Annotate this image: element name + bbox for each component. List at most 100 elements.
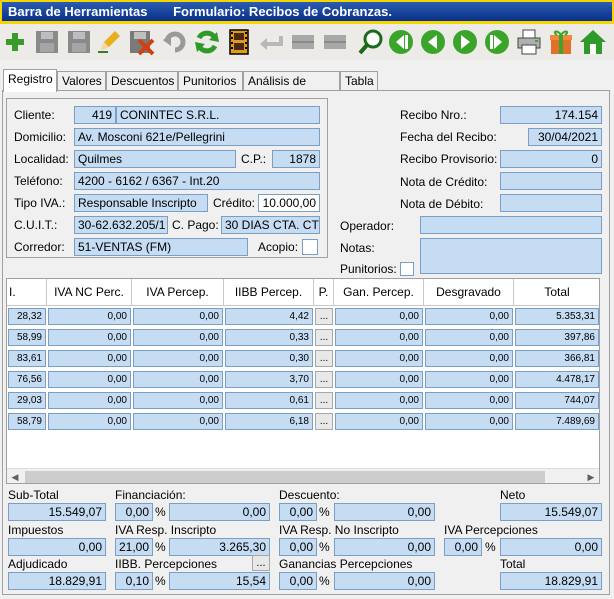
disabled-button-1[interactable] xyxy=(288,27,318,57)
iva-perc-pct-field[interactable]: 0,00 xyxy=(444,538,482,556)
corredor-field[interactable]: 51-VENTAS (FM) xyxy=(74,238,248,256)
grid-cell[interactable]: 6,18 xyxy=(225,413,313,430)
cliente-name-field[interactable]: CONINTEC S.R.L. xyxy=(116,106,320,124)
tab-valores[interactable]: Valores xyxy=(57,71,106,91)
impuestos-field[interactable]: 0,00 xyxy=(8,538,106,556)
iva-ri-field[interactable]: 3.265,30 xyxy=(169,538,270,556)
grid-cell[interactable]: 4.478,17 xyxy=(515,371,599,388)
grid-cell[interactable]: 0,00 xyxy=(425,308,513,325)
iva-rni-field[interactable]: 0,00 xyxy=(334,538,435,556)
neto-field[interactable]: 15.549,07 xyxy=(500,503,602,521)
save-button[interactable] xyxy=(32,27,62,57)
grid-cell[interactable]: 29,03 xyxy=(8,392,46,409)
descuento-field[interactable]: 0,00 xyxy=(334,503,435,521)
row-details-button[interactable]: ... xyxy=(315,413,333,430)
ganancias-field[interactable]: 0,00 xyxy=(334,572,435,590)
grid-cell[interactable]: 3,70 xyxy=(225,371,313,388)
previous-record-button[interactable] xyxy=(418,27,448,57)
grid-cell[interactable]: 0,00 xyxy=(48,413,131,430)
grid-cell[interactable]: 0,00 xyxy=(48,371,131,388)
grid-cell[interactable]: 83,61 xyxy=(8,350,46,367)
iva-rni-pct-field[interactable]: 0,00 xyxy=(279,538,317,556)
row-details-button[interactable]: ... xyxy=(315,371,333,388)
undo-button[interactable] xyxy=(160,27,190,57)
grid-cell[interactable]: 0,00 xyxy=(133,371,223,388)
grid-cell[interactable]: 0,00 xyxy=(425,329,513,346)
tab-descuentos[interactable]: Descuentos xyxy=(106,71,178,91)
grid-cell[interactable]: 0,00 xyxy=(425,350,513,367)
grid-cell[interactable]: 0,61 xyxy=(225,392,313,409)
home-button[interactable] xyxy=(578,27,608,57)
grid-cell[interactable]: 0,00 xyxy=(335,413,423,430)
row-details-button[interactable]: ... xyxy=(315,329,333,346)
grid-cell[interactable]: 0,00 xyxy=(48,308,131,325)
first-record-button[interactable] xyxy=(386,27,416,57)
grid-cell[interactable]: 0,00 xyxy=(335,308,423,325)
tab-punitorios[interactable]: Punitorios xyxy=(178,71,243,91)
tab-tabla[interactable]: Tabla xyxy=(340,71,378,91)
domicilio-field[interactable]: Av. Mosconi 621e/Pellegrini xyxy=(74,128,320,146)
cuit-field[interactable]: 30-62.632.205/1 xyxy=(74,216,168,234)
acopio-checkbox[interactable] xyxy=(302,239,318,255)
grid-cell[interactable]: 28,32 xyxy=(8,308,46,325)
row-details-button[interactable]: ... xyxy=(315,308,333,325)
iibb-pct-field[interactable]: 0,10 xyxy=(115,572,153,590)
scrollbar-thumb[interactable] xyxy=(25,471,545,483)
scroll-right-icon[interactable]: ▶ xyxy=(583,469,599,483)
grid-cell[interactable]: 76,56 xyxy=(8,371,46,388)
descuento-pct-field[interactable]: 0,00 xyxy=(279,503,317,521)
grid-cell[interactable]: 5.353,31 xyxy=(515,308,599,325)
cliente-code-field[interactable]: 419 xyxy=(74,106,116,124)
total-field[interactable]: 18.829,91 xyxy=(500,572,602,590)
delete-button[interactable] xyxy=(126,27,156,57)
print-button[interactable] xyxy=(514,27,544,57)
col-header[interactable]: IVA Percep. xyxy=(132,279,224,306)
credito-field[interactable]: 10.000,00 xyxy=(258,194,320,212)
grid-cell[interactable]: 0,00 xyxy=(335,329,423,346)
grid-cell[interactable]: 0,00 xyxy=(335,350,423,367)
next-record-button[interactable] xyxy=(450,27,480,57)
nota-debito-field[interactable] xyxy=(500,194,602,212)
row-details-button[interactable]: ... xyxy=(315,350,333,367)
col-header[interactable]: I. xyxy=(7,279,47,306)
grid-cell[interactable]: 397,86 xyxy=(515,329,599,346)
horizontal-scrollbar[interactable]: ◀ ▶ xyxy=(7,468,599,483)
fecha-field[interactable]: 30/04/2021 xyxy=(528,128,602,146)
col-header[interactable]: Gan. Percep. xyxy=(334,279,424,306)
col-header[interactable]: P. xyxy=(314,279,334,306)
add-button[interactable] xyxy=(0,27,30,57)
film-button[interactable] xyxy=(224,27,254,57)
grid-cell[interactable]: 0,00 xyxy=(133,392,223,409)
iva-ri-pct-field[interactable]: 21,00 xyxy=(115,538,153,556)
operador-field[interactable] xyxy=(420,216,602,234)
col-header[interactable]: IIBB Percep. xyxy=(224,279,314,306)
subtotal-field[interactable]: 15.549,07 xyxy=(8,503,106,521)
telefono-field[interactable]: 4200 - 6162 / 6367 - Int.20 xyxy=(74,172,320,190)
edit-button[interactable] xyxy=(94,27,124,57)
cpago-field[interactable]: 30 DIAS CTA. CTE xyxy=(221,216,320,234)
grid-cell[interactable]: 0,33 xyxy=(225,329,313,346)
grid-cell[interactable]: 0,00 xyxy=(425,371,513,388)
financiacion-field[interactable]: 0,00 xyxy=(169,503,270,521)
tab-registro[interactable]: Registro xyxy=(3,69,57,92)
gift-button[interactable] xyxy=(546,27,576,57)
col-header[interactable]: IVA NC Perc. xyxy=(47,279,132,306)
scroll-left-icon[interactable]: ◀ xyxy=(7,469,23,483)
grid-cell[interactable]: 0,00 xyxy=(425,413,513,430)
iva-perc-field[interactable]: 0,00 xyxy=(500,538,602,556)
grid-cell[interactable]: 0,00 xyxy=(335,392,423,409)
col-header[interactable]: Desgravado xyxy=(424,279,514,306)
ganancias-pct-field[interactable]: 0,00 xyxy=(279,572,317,590)
financiacion-pct-field[interactable]: 0,00 xyxy=(115,503,153,521)
last-record-button[interactable] xyxy=(482,27,512,57)
grid-cell[interactable]: 0,30 xyxy=(225,350,313,367)
grid-cell[interactable]: 0,00 xyxy=(133,350,223,367)
localidad-field[interactable]: Quilmes xyxy=(74,150,236,168)
provisorio-field[interactable]: 0 xyxy=(500,150,602,168)
search-button[interactable] xyxy=(356,27,386,57)
refresh-button[interactable] xyxy=(192,27,222,57)
col-header[interactable]: Total xyxy=(514,279,599,306)
grid-cell[interactable]: 744,07 xyxy=(515,392,599,409)
save-as-button[interactable] xyxy=(64,27,94,57)
grid-cell[interactable]: 0,00 xyxy=(425,392,513,409)
